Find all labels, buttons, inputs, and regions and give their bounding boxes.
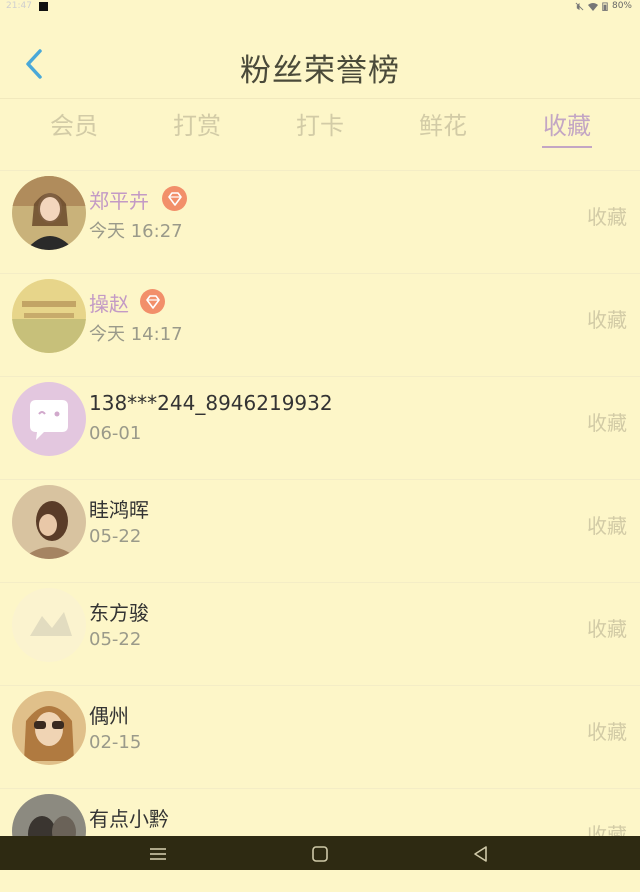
fan-name: 有点小黔 (89, 807, 169, 831)
wifi-icon (587, 2, 598, 11)
favorite-button[interactable]: 收藏 (587, 716, 627, 745)
battery-icon (602, 1, 608, 11)
diamond-badge-icon (162, 186, 187, 211)
tab-flower[interactable]: 鲜花 (393, 106, 493, 141)
menu-icon[interactable] (148, 844, 168, 864)
list-item[interactable]: 操赵 今天 14:17 收藏 (0, 273, 640, 377)
mute-icon (575, 2, 584, 10)
favorite-button[interactable]: 收藏 (587, 407, 627, 436)
status-icons: 80% (575, 1, 632, 11)
favorite-button[interactable]: 收藏 (587, 201, 627, 230)
avatar (12, 176, 86, 250)
tab-favorite[interactable]: 收藏 (517, 106, 617, 141)
fan-name: 操赵 (89, 292, 129, 316)
status-bar: 21:47 80% (0, 0, 640, 14)
fan-time: 今天 16:27 (89, 221, 183, 242)
fan-time: 02-15 (89, 732, 142, 753)
fan-time: 今天 14:17 (89, 324, 183, 345)
fan-name: 138***244_8946219932 (89, 391, 333, 415)
status-time: 21:47 (6, 1, 32, 11)
list-item[interactable]: 138***244_8946219932 06-01 收藏 (0, 376, 640, 480)
back-nav-icon[interactable] (471, 844, 491, 864)
notification-icon (39, 2, 48, 11)
header: 粉丝荣誉榜 (0, 28, 640, 99)
fan-name: 郑平卉 (89, 189, 149, 213)
battery-level: 80% (611, 1, 632, 11)
fan-time: 05-22 (89, 629, 142, 650)
system-nav-bar (0, 836, 640, 870)
home-icon[interactable] (310, 844, 330, 864)
tab-bar: 会员 打赏 打卡 鲜花 收藏 (0, 98, 640, 152)
tab-tip[interactable]: 打赏 (147, 106, 247, 141)
avatar (12, 691, 86, 765)
avatar (12, 588, 86, 662)
page-title: 粉丝荣誉榜 (240, 53, 400, 89)
list-item[interactable]: 眭鸿晖 05-22 收藏 (0, 479, 640, 583)
favorite-button[interactable]: 收藏 (587, 613, 627, 642)
list-item[interactable]: 偶州 02-15 收藏 (0, 685, 640, 789)
fan-name: 偶州 (89, 704, 129, 728)
diamond-badge-icon (140, 289, 165, 314)
tab-checkin[interactable]: 打卡 (270, 106, 370, 141)
fan-name: 东方骏 (89, 601, 149, 625)
fan-name: 眭鸿晖 (89, 498, 149, 522)
avatar (12, 279, 86, 353)
default-avatar-icon (12, 382, 86, 456)
favorite-button[interactable]: 收藏 (587, 510, 627, 539)
tab-member[interactable]: 会员 (24, 106, 124, 141)
favorite-button[interactable]: 收藏 (587, 304, 627, 333)
list-item[interactable]: 东方骏 05-22 收藏 (0, 582, 640, 686)
list-item[interactable]: 郑平卉 今天 16:27 收藏 (0, 170, 640, 274)
avatar (12, 485, 86, 559)
active-tab-indicator (542, 146, 592, 148)
fan-time: 05-22 (89, 526, 142, 547)
fan-time: 06-01 (89, 423, 142, 444)
